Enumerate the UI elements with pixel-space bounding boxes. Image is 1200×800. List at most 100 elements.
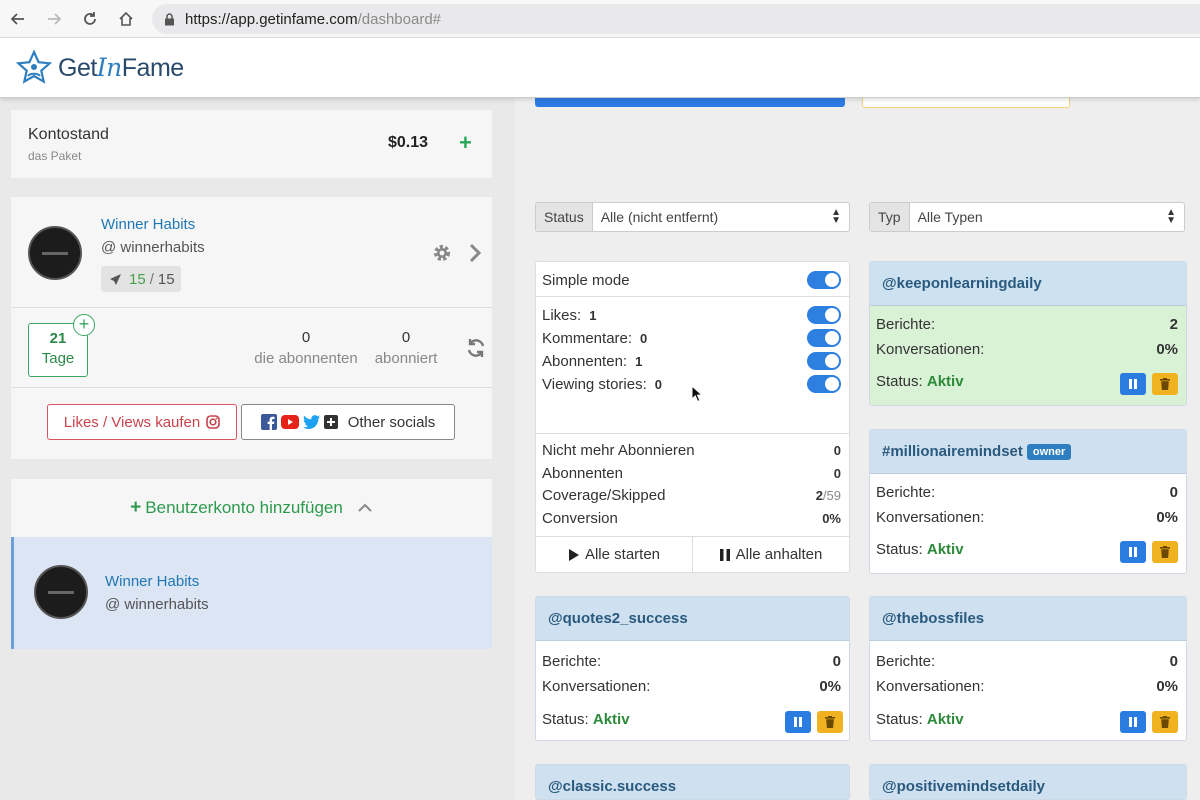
unfollow-row: Nicht mehr Abonnieren 0 <box>542 442 841 459</box>
pause-icon[interactable] <box>1120 373 1146 395</box>
pause-all-button[interactable]: Alle anhalten <box>693 537 849 572</box>
instagram-icon <box>206 415 221 429</box>
arrow-right-icon <box>48 12 62 25</box>
account-name: Winner Habits <box>105 573 200 590</box>
divider <box>11 387 492 388</box>
app-header: GetInFame <box>0 38 1200 98</box>
pause-icon[interactable] <box>1120 711 1146 733</box>
forward-button[interactable] <box>36 0 72 38</box>
status-filter-label: Status <box>536 203 593 231</box>
status-label: Status: Aktiv <box>542 711 630 728</box>
status-label: Status: Aktiv <box>876 373 964 390</box>
select-arrows-icon: ▲ ▼ <box>1166 207 1176 226</box>
play-icon <box>568 548 579 561</box>
card-title[interactable]: @classic.success <box>536 765 849 799</box>
followers-row: Abonnenten: 1 <box>542 352 841 370</box>
pause-icon <box>719 548 730 561</box>
card-body: Berichte: 0 Konversationen: 0% Status: Akt… <box>536 641 849 740</box>
account-card-classic-success: @classic.success <box>535 764 850 800</box>
status-select[interactable]: Alle (nicht entfernt) ▲ ▼ <box>593 203 849 231</box>
mouse-cursor-icon <box>691 384 704 408</box>
likes-row: Likes: 1 <box>542 306 841 324</box>
account-card-quotes2-success: @quotes2_success Berichte: 0 Konversation… <box>535 596 850 741</box>
home-button[interactable] <box>108 0 144 38</box>
trash-icon[interactable] <box>1152 541 1178 563</box>
home-icon <box>119 11 133 26</box>
pause-icon[interactable] <box>785 711 811 733</box>
account-card-positivemindsetdaily: @positivemindsetdaily <box>869 764 1187 800</box>
avatar[interactable] <box>28 226 82 280</box>
simple-mode-toggle[interactable] <box>807 271 841 289</box>
subscribed-label: abonniert <box>374 350 438 367</box>
primary-action-button[interactable] <box>535 98 845 107</box>
card-title[interactable]: @positivemindsetdaily <box>870 765 1186 799</box>
rocket-icon <box>110 273 121 285</box>
add-account-button[interactable]: + Benutzerkonto hinzufügen <box>11 479 492 537</box>
stories-toggle[interactable] <box>807 375 841 393</box>
twitter-icon <box>302 415 320 429</box>
days-label: Tage <box>41 350 75 367</box>
account-card: Winner Habits @ winnerhabits 15/15 21 Ta… <box>11 197 492 459</box>
select-arrows-icon: ▲ ▼ <box>831 207 841 226</box>
type-filter-label: Typ <box>870 203 910 231</box>
trash-icon[interactable] <box>1152 373 1178 395</box>
card-body: Berichte: 0 Konversationen: 0% Status: Akt… <box>870 641 1186 740</box>
address-bar[interactable]: https://app.getinfame.com/dashboard# <box>152 4 1200 34</box>
logo[interactable]: GetInFame <box>14 48 184 88</box>
left-sidebar: Kontostand das Paket $0.13 + Winner Habi… <box>0 98 515 800</box>
start-all-button[interactable]: Alle starten <box>536 537 693 572</box>
followers-toggle[interactable] <box>807 352 841 370</box>
trash-icon[interactable] <box>1152 711 1178 733</box>
type-filter[interactable]: Typ Alle Typen ▲ ▼ <box>869 202 1185 232</box>
account-card-thebossfiles: @thebossfiles Berichte: 0 Konversationen:… <box>869 596 1187 741</box>
refresh-icon[interactable] <box>465 337 487 364</box>
divider <box>11 307 492 308</box>
add-days-button[interactable]: + <box>73 314 95 336</box>
facebook-icon <box>260 414 277 430</box>
comments-row: Kommentare: 0 <box>542 329 841 347</box>
divider <box>536 433 849 434</box>
card-body: Berichte: 2 Konversationen: 0% Status: Akt… <box>870 306 1186 405</box>
balance-amount: $0.13 <box>388 134 429 151</box>
secondary-action-button[interactable] <box>862 98 1070 108</box>
card-title[interactable]: @keeponlearningdaily <box>870 262 1186 306</box>
subscribers-value: 0 <box>301 329 311 346</box>
account-handle: @ winnerhabits <box>105 596 209 613</box>
chevron-up-icon <box>357 498 373 518</box>
card-body: Berichte: 0 Konversationen: 0% Status: Akt… <box>870 474 1186 573</box>
chevron-right-icon[interactable] <box>468 242 482 269</box>
buy-likes-button[interactable]: Likes / Views kaufen <box>47 404 237 440</box>
other-socials-button[interactable]: Other socials <box>241 404 455 440</box>
gear-icon[interactable] <box>431 242 453 269</box>
trash-icon[interactable] <box>817 711 843 733</box>
conversion-row: Conversion 0% <box>542 510 841 527</box>
back-button[interactable] <box>0 0 36 38</box>
add-balance-button[interactable]: + <box>459 130 472 156</box>
account-handle: @ winnerhabits <box>101 239 205 256</box>
card-title[interactable]: @quotes2_success <box>536 597 849 641</box>
type-select[interactable]: Alle Typen ▲ ▼ <box>910 203 1184 231</box>
account-card-millionairemindset: #millionairemindset owner Berichte: 0 Konv… <box>869 429 1187 574</box>
pause-icon[interactable] <box>1120 541 1146 563</box>
balance-subtitle: das Paket <box>28 149 82 163</box>
divider <box>536 296 849 297</box>
comments-toggle[interactable] <box>807 329 841 347</box>
account-card-keeponlearningdaily: @keeponlearningdaily Berichte: 2 Konversa… <box>869 261 1187 406</box>
card-title[interactable]: @thebossfiles <box>870 597 1186 641</box>
likes-toggle[interactable] <box>807 306 841 324</box>
url-path: /dashboard# <box>357 10 442 28</box>
settings-panel: Simple mode Likes: 1 Kommentare: 0 Abonnen… <box>535 261 850 573</box>
status-label: Status: Aktiv <box>876 711 964 728</box>
actions-badge: 15/15 <box>101 266 181 292</box>
arrow-left-icon <box>10 12 24 25</box>
avatar <box>34 565 88 619</box>
main-content: Status Alle (nicht entfernt) ▲ ▼ Typ Alle… <box>515 98 1200 800</box>
reload-button[interactable] <box>72 0 108 38</box>
selected-account-item[interactable]: Winner Habits @ winnerhabits <box>11 537 492 649</box>
youtube-icon <box>280 415 299 429</box>
account-name[interactable]: Winner Habits <box>101 216 195 233</box>
card-title[interactable]: #millionairemindset owner <box>870 430 1186 474</box>
status-filter[interactable]: Status Alle (nicht entfernt) ▲ ▼ <box>535 202 850 232</box>
subscribers-row: Abonnenten 0 <box>542 465 841 482</box>
simple-mode-row: Simple mode <box>542 271 841 289</box>
